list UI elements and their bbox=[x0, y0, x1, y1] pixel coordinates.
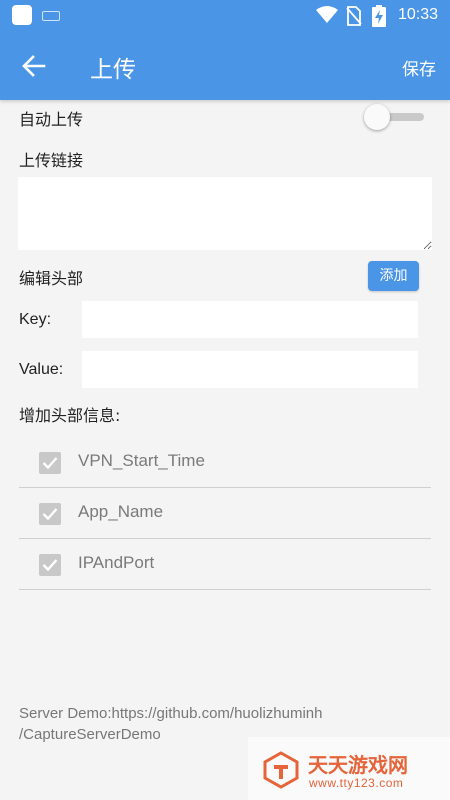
watermark-logo-icon bbox=[263, 751, 299, 789]
watermark: 天天游戏网 www.tty123.com bbox=[248, 737, 450, 800]
header-item-vpn-start-time[interactable]: VPN_Start_Time bbox=[19, 437, 431, 488]
checkbox[interactable] bbox=[39, 452, 61, 474]
key-input[interactable] bbox=[82, 301, 418, 338]
checkmark-icon bbox=[42, 559, 58, 572]
upload-link-label: 上传链接 bbox=[19, 151, 84, 170]
key-label: Key: bbox=[19, 311, 52, 328]
checkmark-icon bbox=[42, 508, 58, 521]
status-bar: 10:33 bbox=[0, 0, 450, 30]
value-label: Value: bbox=[19, 361, 64, 378]
auto-upload-switch[interactable] bbox=[364, 104, 426, 130]
wifi-icon bbox=[316, 6, 338, 23]
add-button[interactable]: 添加 bbox=[368, 261, 419, 291]
edit-header-label: 编辑头部 bbox=[19, 269, 84, 288]
checkbox[interactable] bbox=[39, 554, 61, 576]
server-demo-line-1: Server Demo:https://github.com/huolizhum… bbox=[19, 705, 323, 722]
auto-upload-label: 自动上传 bbox=[19, 110, 84, 129]
upload-link-input[interactable] bbox=[18, 177, 432, 250]
header-item-ip-and-port[interactable]: IPAndPort bbox=[19, 539, 431, 590]
watermark-title: 天天游戏网 bbox=[308, 753, 408, 777]
watermark-url: www.tty123.com bbox=[309, 776, 404, 790]
clock: 10:33 bbox=[397, 6, 438, 23]
header-item-label: VPN_Start_Time bbox=[78, 451, 205, 470]
no-sim-icon bbox=[346, 6, 362, 26]
battery-charging-icon bbox=[372, 5, 386, 27]
page-title: 上传 bbox=[90, 57, 136, 83]
back-arrow-icon[interactable] bbox=[20, 52, 48, 80]
add-header-info-label: 增加头部信息: bbox=[19, 406, 121, 425]
save-button[interactable]: 保存 bbox=[402, 55, 436, 80]
header-item-app-name[interactable]: App_Name bbox=[19, 488, 431, 539]
value-input[interactable] bbox=[82, 351, 418, 388]
header-item-label: App_Name bbox=[78, 502, 164, 521]
checkbox[interactable] bbox=[39, 503, 61, 525]
app-bar: 上传 保存 bbox=[0, 30, 450, 100]
header-item-label: IPAndPort bbox=[78, 553, 155, 572]
switch-knob bbox=[364, 104, 390, 130]
notification-icon bbox=[12, 5, 32, 25]
checkmark-icon bbox=[42, 457, 58, 470]
keyboard-icon bbox=[42, 11, 60, 21]
